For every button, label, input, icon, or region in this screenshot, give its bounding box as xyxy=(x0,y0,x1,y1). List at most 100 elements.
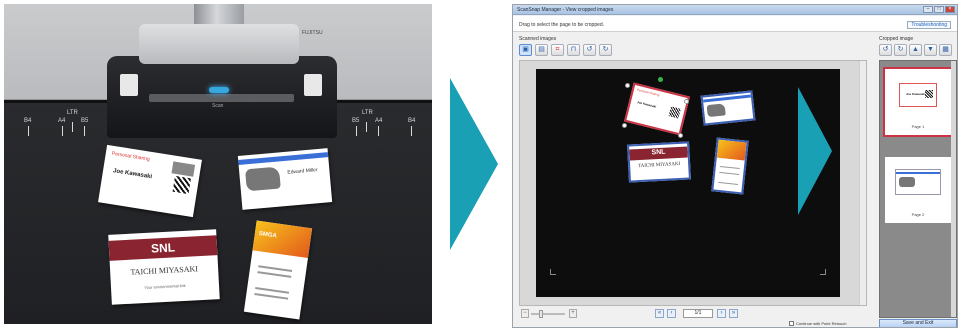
scanner-head xyxy=(139,24,299,64)
first-page-icon[interactable]: « xyxy=(655,309,664,318)
card-map-image xyxy=(171,161,196,177)
mark-ltr-left: LTR xyxy=(67,110,78,116)
business-card-snl: SNL TAICHI MIYASAKI Your environmental l… xyxy=(108,229,220,305)
thumbnail-page-1[interactable]: Joe Kawasaki Page 1 xyxy=(883,67,953,137)
troubleshooting-link[interactable]: Troubleshooting xyxy=(907,21,951,29)
card-banner xyxy=(252,220,313,259)
zoom-slider-handle[interactable] xyxy=(539,310,543,318)
detected-card-selected[interactable]: Personal Sharing Joe Kawasaki xyxy=(624,82,690,136)
card-stripe xyxy=(702,94,752,103)
mark-b5-left: B5 xyxy=(81,118,89,124)
page-indicator[interactable]: 1/1 xyxy=(683,309,713,318)
qr-code-image xyxy=(668,106,681,119)
qr-code-image xyxy=(925,90,933,98)
mark-a4-left: A4 xyxy=(58,118,66,124)
business-card-blue: Edward Miller xyxy=(237,148,333,210)
world-map-image xyxy=(245,166,281,192)
card-name: Edward Miller xyxy=(287,167,318,176)
app-window: ScanSnap Manager - View cropped images –… xyxy=(512,4,958,328)
thumbnail-page-2[interactable]: Page 2 xyxy=(885,157,951,223)
minimize-icon[interactable]: – xyxy=(923,6,933,13)
mark-a4-right: A4 xyxy=(375,118,383,124)
checkbox-box[interactable] xyxy=(789,321,794,326)
cropped-toolbar: ↺ ↻ ▲ ▼ ▦ xyxy=(879,44,952,56)
detected-card[interactable] xyxy=(700,90,756,126)
move-down-icon[interactable]: ▼ xyxy=(924,44,937,56)
scanned-images-label: Scanned images xyxy=(519,36,557,42)
crop-icon[interactable]: ▤ xyxy=(535,44,548,56)
card-tagline: Your environmental link xyxy=(144,282,186,291)
previous-page-icon[interactable]: ‹ xyxy=(667,309,676,318)
rotate-left-icon[interactable]: ↺ xyxy=(583,44,596,56)
tick xyxy=(366,122,367,132)
thumbnail-card-image: Joe Kawasaki xyxy=(899,83,937,107)
delete-icon[interactable]: ▦ xyxy=(939,44,952,56)
detected-card[interactable] xyxy=(711,137,749,195)
title-bar: ScanSnap Manager - View cropped images –… xyxy=(513,5,957,15)
resize-handle[interactable] xyxy=(622,123,627,128)
zoom-out-icon[interactable]: − xyxy=(521,309,529,318)
card-text-line xyxy=(718,181,739,185)
window-title: ScanSnap Manager - View cropped images xyxy=(517,7,614,13)
resize-handle[interactable] xyxy=(678,133,683,138)
arrow-right-icon xyxy=(450,78,498,250)
instruction-text: Drag to select the page to be cropped. xyxy=(519,22,605,28)
fit-page-icon[interactable]: ▣ xyxy=(519,44,532,56)
tick xyxy=(378,126,379,136)
thumbnail-scrollbar[interactable] xyxy=(951,61,956,317)
rotate-right-icon[interactable]: ↻ xyxy=(599,44,612,56)
scanner-slot xyxy=(149,94,294,102)
maximize-icon[interactable]: □ xyxy=(934,6,944,13)
crop-corner-marker xyxy=(820,269,826,275)
tick xyxy=(411,126,412,136)
card-banner xyxy=(716,139,747,161)
card-name: Joe Kawasaki xyxy=(112,168,153,181)
world-map-image xyxy=(899,177,915,187)
rotate-handle[interactable] xyxy=(658,77,663,82)
card-text-line xyxy=(719,171,740,176)
scanner-brand: FUJITSU xyxy=(302,30,323,36)
detected-card[interactable]: SNL TAICHI MIYASAKI xyxy=(627,141,691,183)
thumbnail-label: Page 1 xyxy=(911,124,925,129)
continue-retouch-checkbox[interactable]: Continue with Point Retouch xyxy=(789,321,846,326)
card-name: Joe Kawasaki xyxy=(906,92,926,96)
viewer-scrollbar[interactable] xyxy=(859,61,866,305)
scan-button-light xyxy=(209,87,229,93)
card-stripe xyxy=(238,152,329,165)
crop-corner-marker xyxy=(550,269,556,275)
resize-handle[interactable] xyxy=(625,83,630,88)
scanner-label: Scan xyxy=(212,103,224,109)
resize-handle[interactable] xyxy=(684,99,689,104)
zoom-in-icon[interactable]: + xyxy=(569,309,577,318)
scanned-image-viewer[interactable]: Personal Sharing Joe Kawasaki SNL TAICHI… xyxy=(519,60,867,306)
scanner-pad-left xyxy=(120,74,138,96)
rotate-left-icon[interactable]: ↺ xyxy=(879,44,892,56)
tick xyxy=(84,126,85,136)
card-text-line xyxy=(719,165,740,170)
save-and-exit-button[interactable]: Save and Exit xyxy=(879,319,957,327)
zoom-slider[interactable] xyxy=(531,313,565,315)
next-page-icon[interactable]: › xyxy=(717,309,726,318)
last-page-icon[interactable]: » xyxy=(729,309,738,318)
cropped-thumbnail-list: Joe Kawasaki Page 1 Page 2 xyxy=(879,60,957,318)
card-header: Personal Sharing xyxy=(636,87,660,98)
navigation-bar: − + « ‹ 1/1 › » xyxy=(519,308,867,320)
card-text-line xyxy=(258,265,293,272)
card-text-line xyxy=(254,292,289,300)
crop-manual-icon[interactable]: ⊓ xyxy=(567,44,580,56)
window-controls: – □ × xyxy=(923,6,955,13)
thumbnail-label: Page 2 xyxy=(911,212,925,217)
close-icon[interactable]: × xyxy=(945,6,955,13)
card-text-line xyxy=(257,271,292,278)
card-text-line xyxy=(255,287,290,294)
tick xyxy=(72,122,73,132)
rotate-right-icon[interactable]: ↻ xyxy=(894,44,907,56)
scan-canvas[interactable]: Personal Sharing Joe Kawasaki SNL TAICHI… xyxy=(536,69,840,297)
move-up-icon[interactable]: ▲ xyxy=(909,44,922,56)
card-name: TAICHI MIYASAKI xyxy=(637,161,681,170)
world-map-image xyxy=(706,103,726,118)
cropped-image-label: Cropped image xyxy=(879,36,914,42)
auto-crop-icon[interactable]: ⌗ xyxy=(551,44,564,56)
scanner-pad-right xyxy=(304,74,322,96)
card-header: Personal Sharing xyxy=(111,150,151,163)
